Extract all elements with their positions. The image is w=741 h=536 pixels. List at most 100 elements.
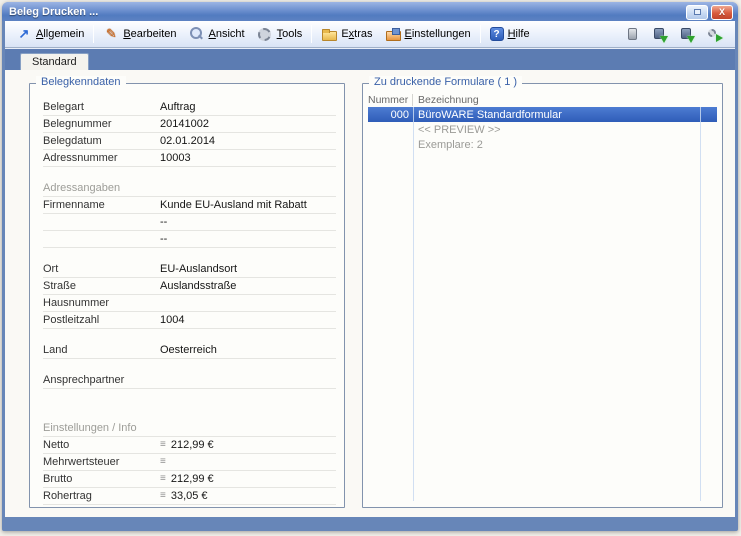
row-spacer — [43, 248, 336, 261]
gear-icon — [257, 26, 273, 42]
groupbox-title: Zu druckende Formulare ( 1 ) — [369, 76, 523, 88]
field-row-hausnummer: Hausnummer — [43, 295, 336, 312]
row-spacer — [43, 389, 336, 420]
column-header-bezeichnung: Bezeichnung — [418, 94, 479, 106]
row-spacer — [43, 167, 336, 180]
export-icon[interactable] — [653, 27, 668, 43]
print-settings-icon[interactable] — [707, 27, 723, 42]
field-value: Auslandsstraße — [160, 280, 237, 292]
forms-list-rows: 000 BüroWARE Standardformular << PREVIEW >… — [368, 107, 717, 152]
row-spacer — [43, 329, 336, 342]
field-label: Rohertrag — [43, 490, 92, 502]
menu-item-hilfe[interactable]: ? Hilfe — [484, 25, 536, 43]
menu-item-label: Extras — [341, 28, 373, 40]
field-row-land: Land Oesterreich — [43, 342, 336, 359]
sum-icon: ≡ — [160, 456, 166, 467]
field-label: Brutto — [43, 473, 73, 485]
field-value: EU-Auslandsort — [160, 263, 238, 275]
field-value: 10003 — [160, 152, 191, 164]
window-title: Beleg Drucken ... — [9, 6, 99, 18]
field-row-belegdatum: Belegdatum 02.01.2014 — [43, 133, 336, 150]
cell-bezeichnung: << PREVIEW >> — [418, 123, 501, 136]
menu-item-label: Allgemein — [36, 28, 85, 40]
menu-item-label: Bearbeiten — [123, 28, 177, 40]
field-label: Ansprechpartner — [43, 374, 125, 386]
field-row-blank: -- — [43, 231, 336, 248]
restore-button[interactable] — [686, 4, 708, 20]
forms-list-header: Nummer Bezeichnung — [368, 93, 717, 107]
cell-bezeichnung: BüroWARE Standardformular — [418, 108, 562, 121]
menu-item-bearbeiten[interactable]: ✎ Bearbeiten — [97, 24, 182, 44]
tab-standard[interactable]: Standard — [20, 53, 89, 70]
content-area: Belegkenndaten Belegart Auftrag Belegnumme… — [5, 70, 735, 517]
field-value: ≡ — [160, 457, 171, 467]
section-header-einstellungen-info: Einstellungen / Info — [43, 420, 336, 437]
sum-icon: ≡ — [160, 439, 166, 450]
groupbox-belegkenndaten: Belegkenndaten Belegart Auftrag Belegnumme… — [29, 76, 345, 508]
sum-icon: ≡ — [160, 490, 166, 501]
field-row-postleitzahl: Postleitzahl 1004 — [43, 312, 336, 329]
field-label: Postleitzahl — [43, 314, 100, 326]
field-value: -- — [160, 233, 168, 245]
menu-item-label: Ansicht — [208, 28, 245, 40]
close-button[interactable]: X — [711, 4, 733, 20]
toolbar-separator — [311, 25, 313, 43]
menu-item-tools[interactable]: Tools — [251, 24, 309, 44]
magnifier-icon — [189, 26, 205, 42]
menu-item-einstellungen[interactable]: Einstellungen — [379, 24, 477, 44]
form-row-selected[interactable]: 000 BüroWARE Standardformular — [368, 107, 717, 122]
field-row-mehrwertsteuer: Mehrwertsteuer ≡ — [43, 454, 336, 471]
field-value: 20141002 — [160, 118, 209, 130]
import-icon[interactable] — [680, 27, 695, 43]
field-label: Land — [43, 344, 68, 356]
field-value: 02.01.2014 — [160, 135, 216, 147]
field-label: Ort — [43, 263, 59, 275]
field-value: Oesterreich — [160, 344, 217, 356]
title-bar[interactable]: Beleg Drucken ... X — [2, 2, 738, 21]
toolbar-separator — [93, 25, 95, 43]
delete-icon[interactable] — [626, 27, 641, 42]
field-row-rohertrag: Rohertrag ≡ 33,05 € — [43, 488, 336, 505]
help-icon: ? — [489, 27, 504, 41]
field-row-ansprechpartner: Ansprechpartner — [43, 372, 336, 389]
menu-item-label: Einstellungen — [404, 28, 471, 40]
field-row-stra-e: Straße Auslandsstraße — [43, 278, 336, 295]
dialog-window: Beleg Drucken ... X ↗ Allgemein ✎ Bearbeite… — [2, 2, 738, 531]
restore-icon — [693, 9, 701, 15]
list-item[interactable]: Exemplare: 2 — [368, 137, 717, 152]
field-label: Hausnummer — [43, 297, 110, 309]
groupbox-title: Belegkenndaten — [36, 76, 126, 88]
field-label: Adressnummer — [43, 152, 118, 164]
list-item[interactable]: << PREVIEW >> — [368, 122, 717, 137]
section-header-adressangaben: Adressangaben — [43, 180, 336, 197]
edit-pencil-icon: ✎ — [105, 26, 117, 41]
arrow-up-right-icon: ↗ — [18, 26, 30, 41]
field-label: Belegdatum — [43, 135, 102, 147]
menu-item-label: Tools — [276, 28, 303, 40]
menu-item-ansicht[interactable]: Ansicht — [183, 24, 251, 44]
menu-item-label: Hilfe — [507, 28, 530, 40]
field-row-blank: -- — [43, 214, 336, 231]
menu-item-extras[interactable]: Extras — [315, 24, 378, 44]
folder-settings-icon — [385, 26, 401, 42]
column-divider-line — [413, 107, 414, 501]
cell-nummer: 000 — [390, 108, 409, 121]
field-label: Belegart — [43, 101, 84, 113]
toolbar: ↗ Allgemein ✎ Bearbeiten Ansicht Tools Extras E… — [5, 21, 735, 48]
field-row-ort: Ort EU-Auslandsort — [43, 261, 336, 278]
column-header-nummer: Nummer — [368, 94, 413, 106]
sum-icon: ≡ — [160, 473, 166, 484]
folder-yellow-icon — [321, 26, 338, 42]
tab-strip: Standard — [5, 48, 735, 70]
menubar-items: ↗ Allgemein ✎ Bearbeiten Ansicht Tools Extras E… — [10, 24, 536, 44]
field-label: Firmenname — [43, 199, 105, 211]
field-value: Auftrag — [160, 101, 196, 113]
groupbox-formulare: Zu druckende Formulare ( 1 ) Nummer Beze… — [362, 76, 723, 508]
field-value: ≡ 212,99 € — [160, 439, 214, 451]
field-label: Belegnummer — [43, 118, 112, 130]
toolbar-right-icons — [626, 27, 730, 43]
menu-item-allgemein[interactable]: ↗ Allgemein — [10, 24, 90, 44]
field-row-belegnummer: Belegnummer 20141002 — [43, 116, 336, 133]
field-row-netto: Netto ≡ 212,99 € — [43, 437, 336, 454]
cell-bezeichnung: Exemplare: 2 — [418, 138, 483, 151]
